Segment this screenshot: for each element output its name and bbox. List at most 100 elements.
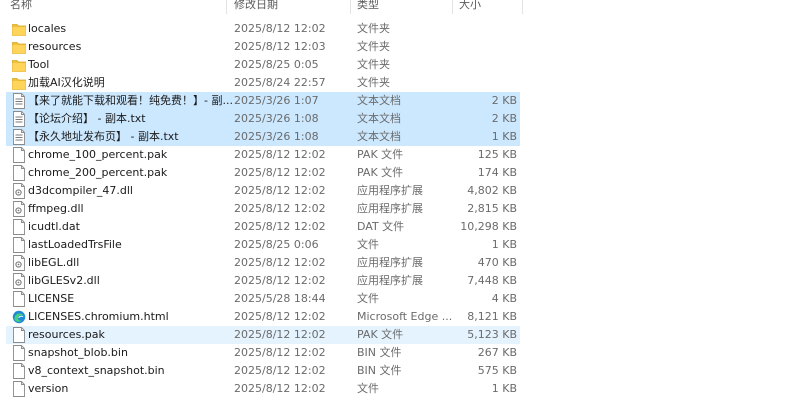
file-row[interactable]: icudtl.dat 2025/8/12 12:02 DAT 文件 10,298 KB [6,218,520,236]
file-type: PAK 文件 [357,328,404,341]
file-name: 加载AI汉化说明 [28,76,105,89]
dll-file-icon [12,255,26,271]
file-size: 1 KB [491,382,517,395]
file-date: 2025/8/12 12:02 [234,364,326,377]
file-type: 文件 [357,292,379,305]
file-size: 4,802 KB [467,184,517,197]
folder-icon [12,57,26,73]
file-type: 文件夹 [357,58,390,71]
file-name: 【永久地址发布页】 - 副本.txt [28,130,179,143]
file-name: LICENSE [28,292,75,305]
file-name: libGLESv2.dll [28,274,100,287]
file-icon [12,165,26,181]
file-name: d3dcompiler_47.dll [28,184,133,197]
column-header-size[interactable]: 大小 [459,0,519,14]
file-row[interactable]: resources 2025/8/12 12:03 文件夹 [6,38,520,56]
file-row[interactable]: d3dcompiler_47.dll 2025/8/12 12:02 应用程序扩展 4… [6,182,520,200]
file-date: 2025/8/12 12:02 [234,220,326,233]
file-row[interactable]: Tool 2025/8/25 0:05 文件夹 [6,56,520,74]
file-type: BIN 文件 [357,346,402,359]
file-date: 2025/8/12 12:03 [234,40,326,53]
file-row[interactable]: libEGL.dll 2025/8/12 12:02 应用程序扩展 470 KB [6,254,520,272]
file-row[interactable]: LICENSES.chromium.html 2025/8/12 12:02 Mic… [6,308,520,326]
file-row[interactable]: lastLoadedTrsFile 2025/8/25 0:06 文件 1 KB [6,236,520,254]
file-size: 2,815 KB [467,202,517,215]
file-type: PAK 文件 [357,166,404,179]
file-row[interactable]: resources.pak 2025/8/12 12:02 PAK 文件 5,123 … [6,326,520,344]
dll-file-icon [12,273,26,289]
file-row[interactable]: 加载AI汉化说明 2025/8/24 22:57 文件夹 [6,74,520,92]
file-icon [12,345,26,361]
file-type: 文本文档 [357,112,401,125]
file-icon [12,291,26,307]
file-row[interactable]: LICENSE 2025/5/28 18:44 文件 4 KB [6,290,520,308]
column-header-type[interactable]: 类型 [357,0,447,14]
file-row[interactable]: 【论坛介绍】 - 副本.txt 2025/3/26 1:08 文本文档 2 KB [6,110,520,128]
column-divider[interactable] [522,0,523,14]
file-name: snapshot_blob.bin [28,346,128,359]
file-name: lastLoadedTrsFile [28,238,122,251]
file-size: 5,123 KB [467,328,517,341]
file-size: 4 KB [491,292,517,305]
file-name: v8_context_snapshot.bin [28,364,165,377]
file-name: locales [28,22,67,35]
folder-icon [12,75,26,91]
file-row[interactable]: chrome_200_percent.pak 2025/8/12 12:02 PAK… [6,164,520,182]
folder-icon [12,21,26,37]
file-type: BIN 文件 [357,364,402,377]
column-header-date[interactable]: 修改日期 [234,0,344,14]
file-name: ffmpeg.dll [28,202,84,215]
file-date: 2025/8/12 12:02 [234,346,326,359]
file-type: 应用程序扩展 [357,202,423,215]
file-date: 2025/8/24 22:57 [234,76,326,89]
file-date: 2025/8/12 12:02 [234,310,326,323]
file-icon [12,381,26,397]
file-row[interactable]: ffmpeg.dll 2025/8/12 12:02 应用程序扩展 2,815 KB [6,200,520,218]
file-size: 470 KB [477,256,517,269]
file-date: 2025/8/12 12:02 [234,382,326,395]
file-type: 应用程序扩展 [357,184,423,197]
file-type: 应用程序扩展 [357,256,423,269]
file-size: 125 KB [477,148,517,161]
column-divider[interactable] [350,0,351,14]
file-row[interactable]: version 2025/8/12 12:02 文件 1 KB [6,380,520,398]
column-divider[interactable] [226,0,227,14]
file-size: 1 KB [491,238,517,251]
file-row[interactable]: snapshot_blob.bin 2025/8/12 12:02 BIN 文件 26… [6,344,520,362]
file-name: LICENSES.chromium.html [28,310,169,323]
file-row[interactable]: libGLESv2.dll 2025/8/12 12:02 应用程序扩展 7,448 … [6,272,520,290]
file-row[interactable]: locales 2025/8/12 12:02 文件夹 [6,20,520,38]
file-size: 267 KB [477,346,517,359]
file-date: 2025/8/12 12:02 [234,202,326,215]
file-size [454,56,517,74]
dll-file-icon [12,183,26,199]
file-date: 2025/8/25 0:06 [234,238,319,251]
file-type: 应用程序扩展 [357,274,423,287]
file-row[interactable]: 【来了就能下载和观看！纯免费！】- 副... 2025/3/26 1:07 文本文档… [6,92,520,110]
file-type: 文件夹 [357,76,390,89]
file-type: 文件夹 [357,40,390,53]
file-date: 2025/5/28 18:44 [234,292,326,305]
file-name: libEGL.dll [28,256,80,269]
column-divider[interactable] [452,0,453,14]
file-date: 2025/3/26 1:08 [234,112,319,125]
dll-file-icon [12,201,26,217]
file-type: 文本文档 [357,130,401,143]
file-size: 575 KB [477,364,517,377]
file-size: 10,298 KB [460,220,517,233]
file-row[interactable]: 【永久地址发布页】 - 副本.txt 2025/3/26 1:08 文本文档 1 KB [6,128,520,146]
file-date: 2025/8/12 12:02 [234,148,326,161]
file-icon [12,363,26,379]
file-type: 文本文档 [357,94,401,107]
file-type: Microsoft Edge ... [357,310,453,323]
column-header-name[interactable]: 名称 [10,0,220,14]
file-size: 2 KB [491,94,517,107]
file-row[interactable]: v8_context_snapshot.bin 2025/8/12 12:02 BI… [6,362,520,380]
file-size: 174 KB [477,166,517,179]
file-size [454,74,517,92]
file-date: 2025/8/12 12:02 [234,274,326,287]
file-row[interactable]: chrome_100_percent.pak 2025/8/12 12:02 PAK… [6,146,520,164]
file-icon [12,327,26,343]
file-size [454,20,517,38]
column-header: 名称 修改日期 类型 大小 [0,0,800,14]
